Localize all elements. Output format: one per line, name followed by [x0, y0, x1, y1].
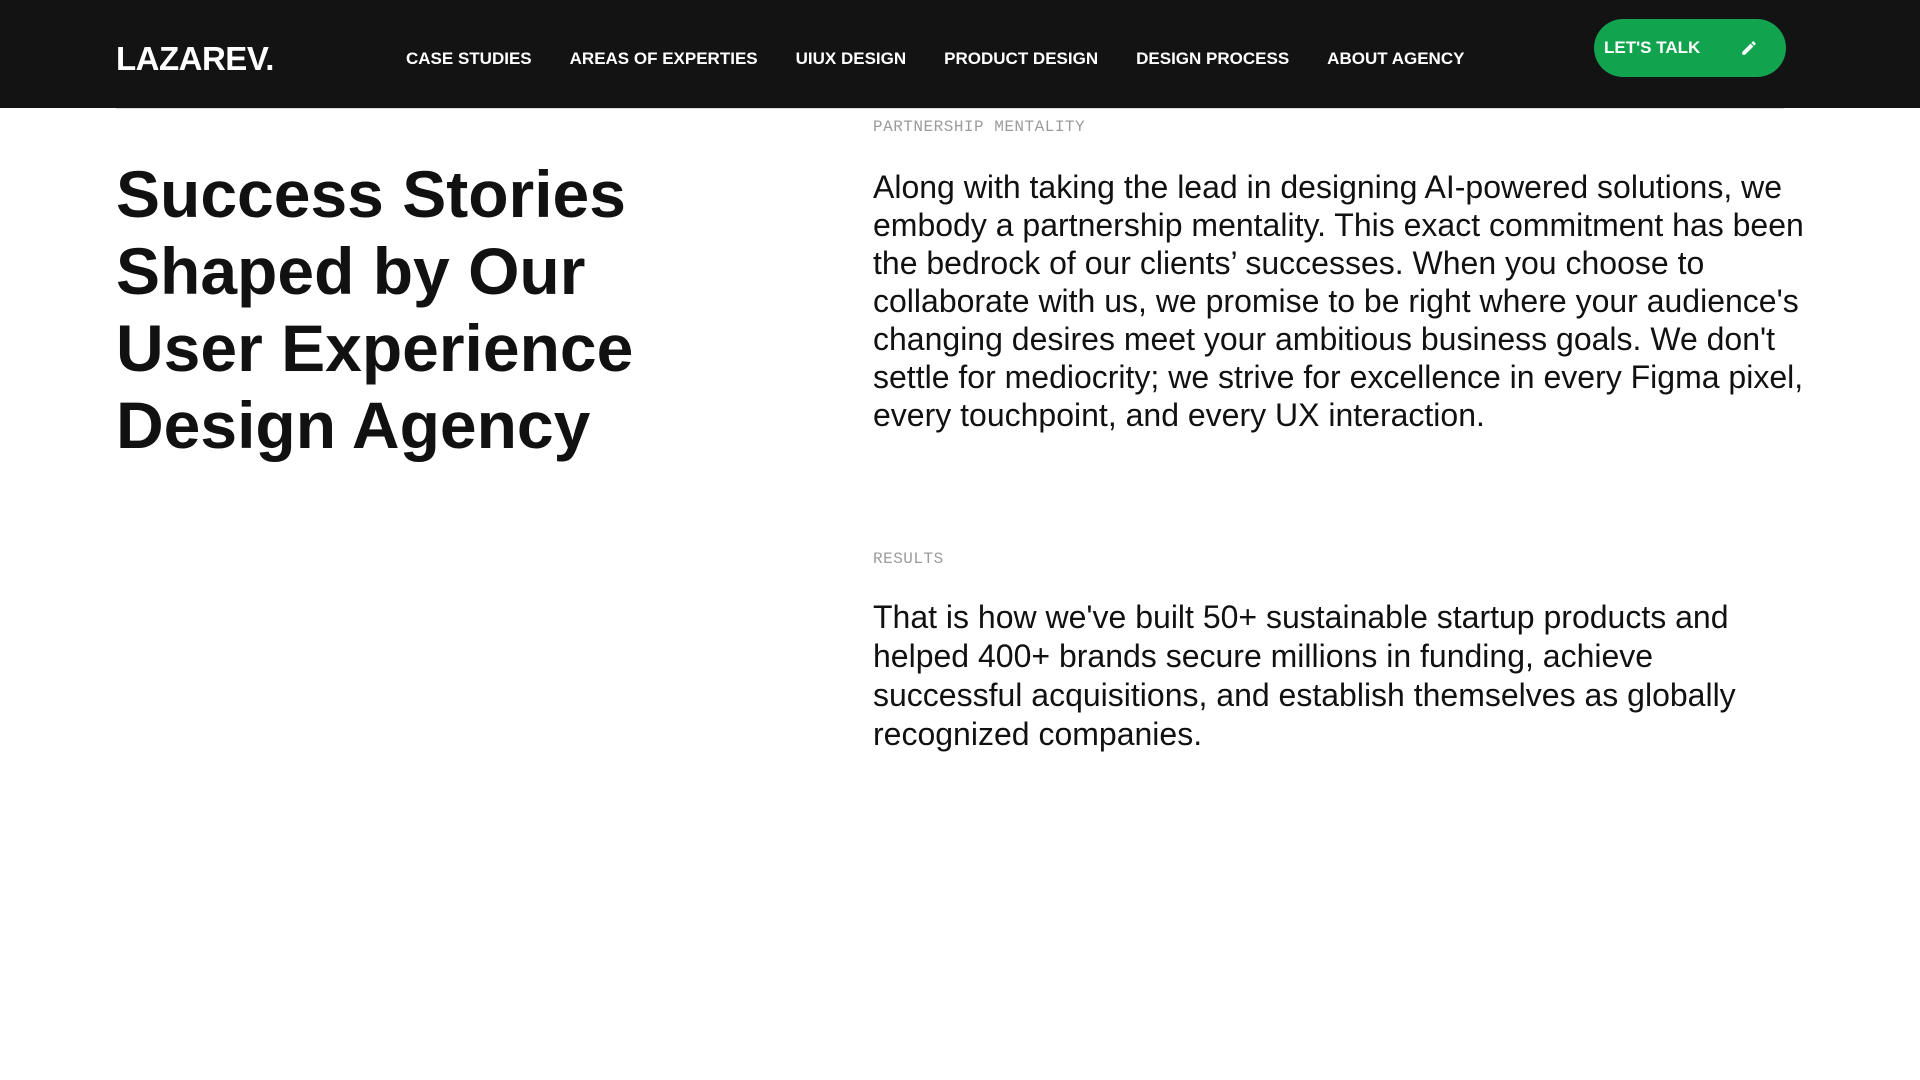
main-nav: CASE STUDIES AREAS OF EXPERTIES UIUX DES…	[406, 49, 1464, 69]
top-navigation-bar: LAZAREV. CASE STUDIES AREAS OF EXPERTIES…	[0, 0, 1920, 108]
section-divider	[116, 108, 1784, 109]
section-eyebrow-results: RESULTS	[873, 550, 944, 568]
brand-logo[interactable]: LAZAREV.	[116, 42, 274, 75]
partnership-paragraph: Along with taking the lead in designing …	[873, 169, 1804, 433]
nav-item-areas-of-experties[interactable]: AREAS OF EXPERTIES	[570, 49, 758, 69]
nav-item-design-process[interactable]: DESIGN PROCESS	[1136, 49, 1289, 69]
nav-item-about-agency[interactable]: ABOUT AGENCY	[1327, 49, 1464, 69]
pencil-icon	[1742, 41, 1756, 55]
page-heading: Success Stories Shaped by Our User Exper…	[116, 157, 634, 462]
results-paragraph: That is how we've built 50+ sustainable …	[873, 599, 1736, 752]
lets-talk-button[interactable]: LET'S TALK	[1594, 19, 1786, 77]
nav-item-product-design[interactable]: PRODUCT DESIGN	[944, 49, 1098, 69]
nav-item-case-studies[interactable]: CASE STUDIES	[406, 49, 532, 69]
section-eyebrow-partnership: PARTNERSHIP MENTALITY	[873, 118, 1086, 136]
lets-talk-label: LET'S TALK	[1604, 38, 1701, 57]
nav-item-uiux-design[interactable]: UIUX DESIGN	[796, 49, 907, 69]
